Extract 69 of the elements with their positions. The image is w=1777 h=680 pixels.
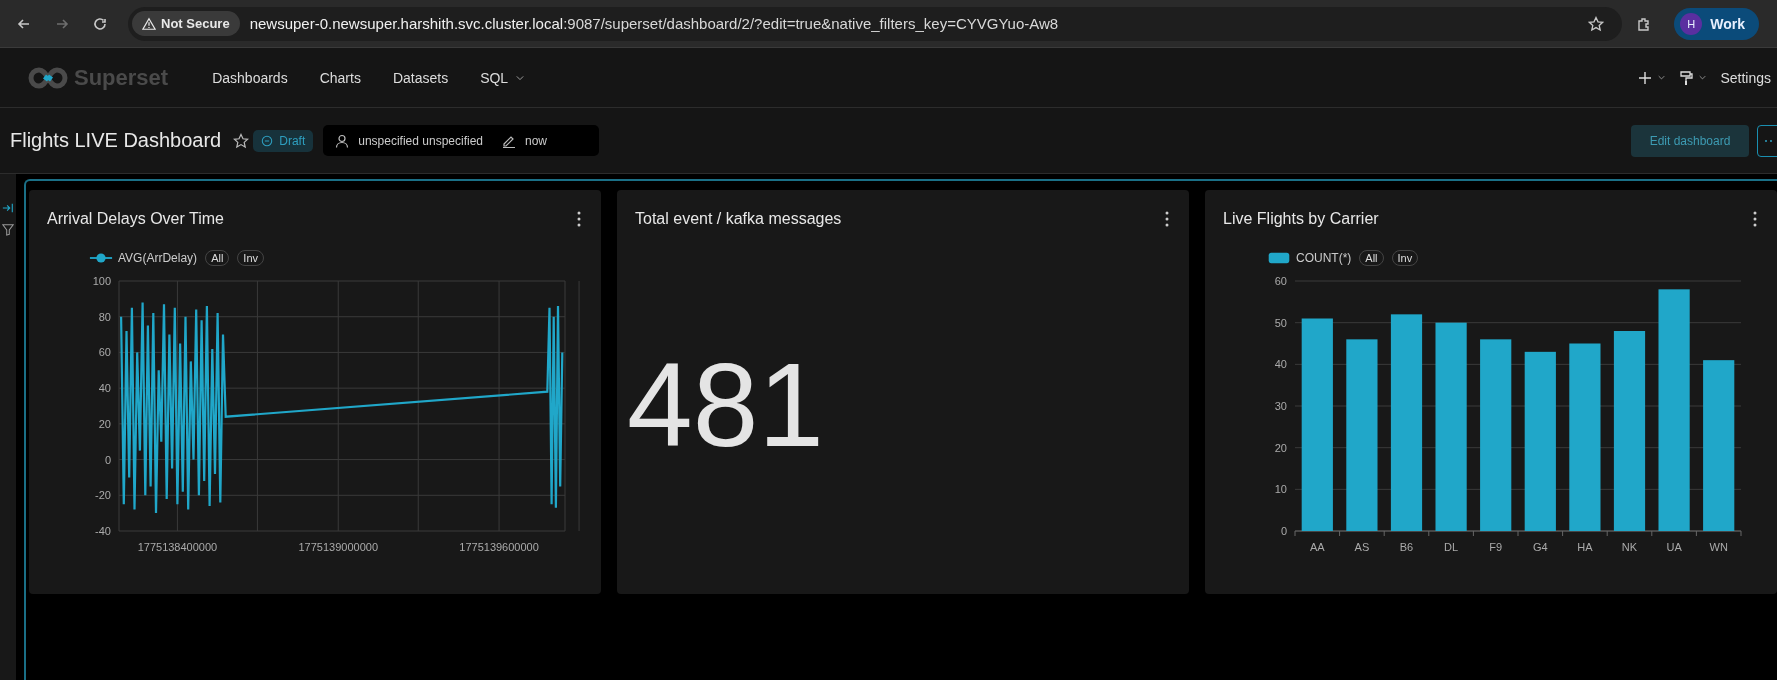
axis-tick-label: 40 (1274, 358, 1287, 371)
expand-icon[interactable] (2, 202, 14, 214)
chart-title: Total event / kafka messages (635, 210, 842, 228)
paint-roller-icon[interactable] (1679, 70, 1694, 85)
axis-tick-label: 20 (98, 417, 111, 430)
axis-tick-label: 40 (98, 382, 111, 395)
legend-line-icon (89, 252, 113, 264)
profile-button[interactable]: H Work (1674, 7, 1759, 40)
kebab-menu-icon[interactable] (1165, 211, 1169, 227)
plus-icon[interactable] (1638, 70, 1653, 85)
owner-name: unspecified unspecified (358, 133, 483, 148)
axis-tick-label: 0 (1280, 525, 1287, 537)
settings-menu[interactable]: Settings (1720, 69, 1771, 86)
axis-tick-label: 1775139600000 (459, 541, 539, 553)
caret-icon[interactable] (1699, 75, 1707, 80)
nav-menu-item[interactable]: Charts (319, 69, 361, 86)
filter-icon[interactable] (2, 224, 14, 236)
minus-circle-icon (261, 134, 274, 147)
nav-menu-item[interactable]: Datasets (392, 69, 449, 86)
axis-tick-label: G4 (1532, 541, 1548, 553)
axis-tick-label: NK (1621, 541, 1638, 553)
axis-tick-label: DL (1444, 541, 1459, 553)
reload-icon[interactable] (92, 15, 108, 32)
big-number: 481 (627, 346, 824, 464)
axis-tick-label: AS (1354, 541, 1370, 553)
axis-tick-label: 80 (98, 310, 111, 323)
security-label: Not Secure (161, 16, 230, 31)
axis-tick-label: HA (1577, 541, 1593, 553)
chart-title: Arrival Delays Over Time (47, 210, 224, 228)
dashboard-title[interactable]: Flights LIVE Dashboard (10, 129, 222, 152)
axis-tick-label: 50 (1274, 316, 1287, 329)
user-icon (335, 133, 350, 148)
axis-tick-label: AA (1309, 541, 1325, 553)
axis-tick-label: WN (1709, 541, 1728, 553)
axis-tick-label: F9 (1489, 541, 1503, 553)
axis-tick-label: B6 (1399, 541, 1414, 553)
kebab-menu-icon[interactable] (577, 211, 581, 227)
axis-tick-label: -20 (95, 489, 111, 502)
chart-title: Live Flights by Carrier (1223, 210, 1379, 228)
kebab-menu-icon[interactable] (1753, 211, 1757, 227)
axis-tick-label: 30 (1274, 400, 1287, 412)
status-badge[interactable]: Draft (253, 129, 314, 152)
warning-icon (142, 16, 156, 31)
axis-tick-label: 20 (1274, 441, 1287, 454)
axis-tick-label: -40 (95, 525, 111, 537)
axis-tick-label: UA (1666, 541, 1682, 553)
axis-tick-label: 60 (98, 346, 111, 359)
legend-swatch-icon (1267, 252, 1291, 264)
logo-icon[interactable] (28, 66, 68, 89)
edit-dashboard-button[interactable]: Edit dashboard (1631, 124, 1749, 157)
caret-icon[interactable] (1658, 75, 1666, 80)
axis-tick-label: 1775138400000 (137, 541, 218, 553)
caret-icon (516, 74, 525, 81)
address-bar[interactable]: Not Secure newsuper-0.newsuper.harshith.svc.cluster.local:9087/superset/dashboard/2/?edit=true&native_filters_key=CYVGYuo-Aw8 (128, 6, 1623, 41)
modified-time: now (525, 133, 548, 148)
favorite-star-icon[interactable] (233, 132, 250, 149)
security-chip[interactable]: Not Secure (132, 11, 240, 36)
legend-item[interactable]: COUNT(*) (1267, 251, 1352, 265)
axis-tick-label: 1775139000000 (298, 541, 378, 553)
bookmark-star-icon[interactable] (1588, 15, 1605, 32)
nav-menu-item[interactable]: Dashboards (212, 69, 288, 86)
url-text: newsuper-0.newsuper.harshith.svc.cluster.local:9087/superset/dashboard/2/?edit=true&native_filters_key=CYVGYuo-Aw8 (249, 15, 1059, 32)
axis-tick-label: 0 (104, 453, 111, 466)
axis-tick-label: 10 (1274, 483, 1287, 496)
profile-avatar: H (1680, 12, 1703, 35)
nav-menu-item[interactable]: SQL (480, 69, 525, 86)
legend-item[interactable]: AVG(ArrDelay) (89, 251, 198, 265)
axis-tick-label: 60 (1274, 275, 1287, 287)
axis-tick-label: 100 (92, 275, 111, 287)
